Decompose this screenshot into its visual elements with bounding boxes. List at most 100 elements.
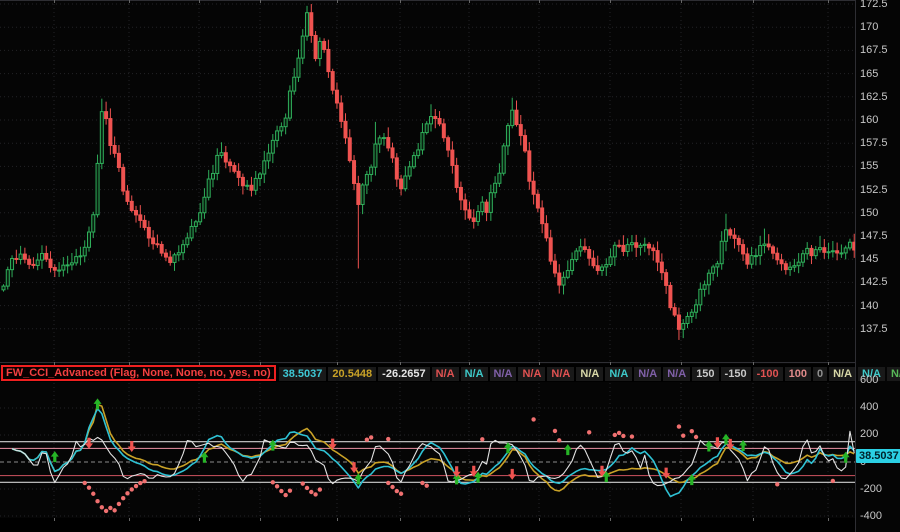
signal-dot bbox=[681, 433, 685, 437]
up-arrow-marker bbox=[51, 451, 59, 462]
signal-dot bbox=[108, 506, 112, 510]
signal-dot bbox=[694, 435, 698, 439]
axis-tick bbox=[129, 0, 130, 3]
axis-tick bbox=[199, 0, 200, 3]
price-tick-label: 155 bbox=[860, 160, 878, 172]
axis-tick bbox=[610, 362, 611, 365]
readout-value: 150 bbox=[692, 367, 718, 381]
readout-value: -100 bbox=[753, 367, 783, 381]
signal-dot bbox=[271, 480, 275, 484]
readout-value: 0 bbox=[813, 367, 827, 381]
signal-dot bbox=[87, 485, 91, 489]
price-tick-label: 170 bbox=[860, 21, 878, 33]
signal-dot bbox=[365, 438, 369, 442]
readout-value: N/A bbox=[605, 367, 632, 381]
indicator-values: 38.503720.5448-26.2657N/AN/AN/AN/AN/AN/A… bbox=[279, 364, 900, 382]
price-tick-label: 157.5 bbox=[860, 137, 888, 149]
readout-value: 38.5037 bbox=[279, 367, 327, 381]
readout-value: 100 bbox=[785, 367, 811, 381]
signal-dot bbox=[125, 491, 129, 495]
readout-value: N/A bbox=[663, 367, 690, 381]
signal-dot bbox=[279, 489, 283, 493]
axis-tick bbox=[54, 362, 55, 365]
readout-value: N/A bbox=[634, 367, 661, 381]
signal-dot bbox=[134, 484, 138, 488]
axis-tick bbox=[400, 0, 401, 3]
signal-dot bbox=[395, 489, 399, 493]
signal-dot bbox=[301, 481, 305, 485]
axis-tick bbox=[400, 518, 401, 521]
indicator-label[interactable]: FW_CCI_Advanced (Flag, None, None, no, y… bbox=[1, 365, 276, 381]
signal-dot bbox=[142, 479, 146, 483]
axis-tick bbox=[260, 0, 261, 3]
signal-dot bbox=[690, 429, 694, 433]
price-tick-label: 152.5 bbox=[860, 184, 888, 196]
signal-dot bbox=[95, 499, 99, 503]
price-tick-label: 162.5 bbox=[860, 91, 888, 103]
signal-dot bbox=[425, 483, 429, 487]
price-tick-label: 147.5 bbox=[860, 230, 888, 242]
price-tick-label: 137.5 bbox=[860, 323, 888, 335]
indicator-readout-row: FW_CCI_Advanced (Flag, None, None, no, y… bbox=[1, 364, 855, 382]
up-arrow-marker bbox=[564, 444, 572, 455]
readout-value: N/A bbox=[518, 367, 545, 381]
chart-window: FW_CCI_Advanced (Flag, None, None, no, y… bbox=[0, 0, 900, 532]
axis-tick bbox=[337, 518, 338, 521]
signal-dot bbox=[275, 484, 279, 488]
readout-value: N/A bbox=[547, 367, 574, 381]
readout-value: N/A bbox=[490, 367, 517, 381]
signal-dot bbox=[420, 481, 424, 485]
price-tick-label: 167.5 bbox=[860, 44, 888, 56]
axis-tick bbox=[681, 518, 682, 521]
signal-dot bbox=[288, 488, 292, 492]
oscillator-panel[interactable] bbox=[0, 383, 855, 518]
axis-tick bbox=[828, 0, 829, 3]
signal-dot bbox=[553, 429, 557, 433]
axis-tick bbox=[199, 362, 200, 365]
price-tick-label: 160 bbox=[860, 114, 878, 126]
readout-value: N/A bbox=[887, 367, 900, 381]
signal-dot bbox=[309, 490, 313, 494]
readout-value: N/A bbox=[461, 367, 488, 381]
axis-tick bbox=[54, 518, 55, 521]
price-tick-label: 145 bbox=[860, 253, 878, 265]
price-tick-label: 172.5 bbox=[860, 0, 888, 10]
signal-dot bbox=[621, 434, 625, 438]
axis-tick bbox=[129, 518, 130, 521]
axis-tick bbox=[610, 518, 611, 521]
signal-dot bbox=[100, 505, 104, 509]
signal-dot bbox=[112, 508, 116, 512]
axis-tick bbox=[681, 0, 682, 3]
axis-tick bbox=[129, 362, 130, 365]
oscillator-tick-label: 400 bbox=[860, 401, 878, 413]
signal-dot bbox=[121, 496, 125, 500]
axis-tick bbox=[539, 518, 540, 521]
readout-value: N/A bbox=[829, 367, 856, 381]
signal-dot bbox=[313, 492, 317, 496]
axis-tick bbox=[681, 362, 682, 365]
oscillator-tick-label: -200 bbox=[860, 483, 882, 495]
axis-tick bbox=[469, 0, 470, 3]
signal-dot bbox=[531, 417, 535, 421]
signal-dot bbox=[318, 487, 322, 491]
readout-value: -150 bbox=[721, 367, 751, 381]
axis-tick bbox=[753, 518, 754, 521]
price-tick-label: 150 bbox=[860, 207, 878, 219]
signal-dot bbox=[369, 435, 373, 439]
oscillator-tick-label: 200 bbox=[860, 428, 878, 440]
axis-tick bbox=[828, 518, 829, 521]
readout-value: N/A bbox=[576, 367, 603, 381]
axis-tick bbox=[199, 518, 200, 521]
signal-dot bbox=[831, 479, 835, 483]
signal-dot bbox=[390, 485, 394, 489]
signal-dot bbox=[557, 438, 561, 442]
axis-tick bbox=[337, 0, 338, 3]
price-chart-panel[interactable] bbox=[0, 0, 855, 362]
readout-value: N/A bbox=[432, 367, 459, 381]
axis-tick bbox=[469, 362, 470, 365]
indicator-value-badge: 38.5037 bbox=[856, 449, 900, 463]
down-arrow-marker bbox=[128, 441, 136, 452]
axis-tick bbox=[753, 0, 754, 3]
signal-dot bbox=[480, 437, 484, 441]
axis-tick bbox=[539, 0, 540, 3]
